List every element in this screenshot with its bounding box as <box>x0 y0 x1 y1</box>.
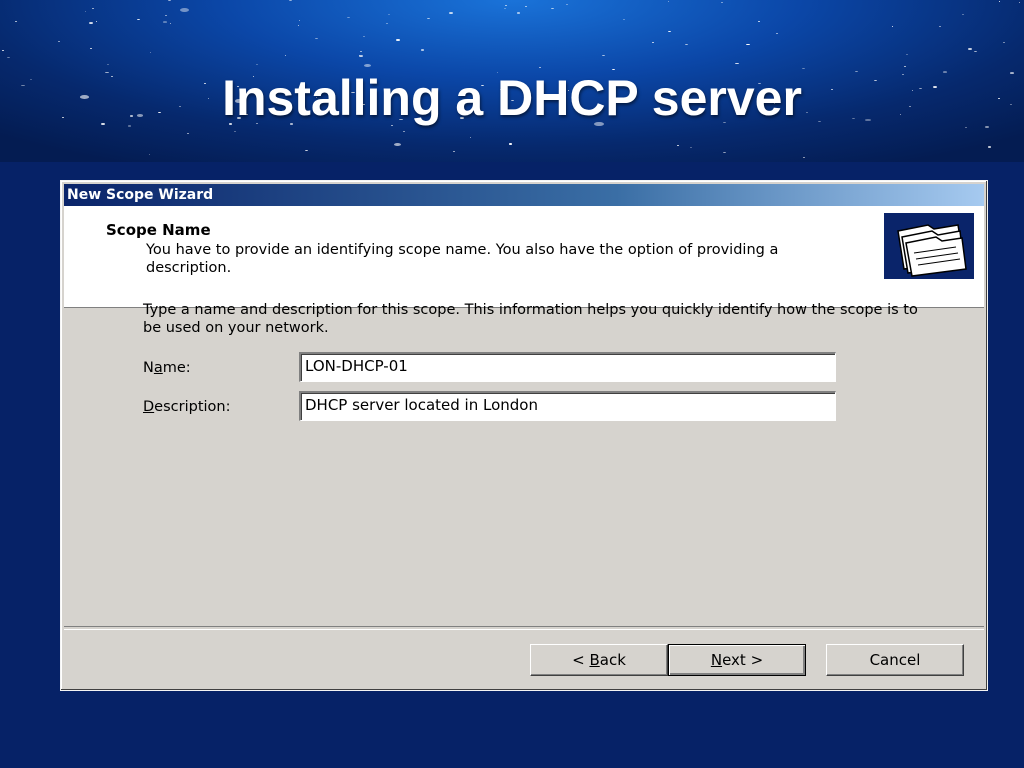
sparkle-dot <box>891 26 893 28</box>
sparkle-dot <box>1003 41 1005 43</box>
sparkle-dot <box>148 153 150 155</box>
page-title: Scope Name <box>106 221 211 239</box>
description-label: Description: <box>143 399 231 415</box>
sparkle-dot <box>234 131 236 133</box>
sparkle-dot <box>57 40 61 42</box>
sparkle-dot <box>289 0 292 2</box>
slide-header: Installing a DHCP server <box>0 0 1024 162</box>
sparkle-dot <box>298 19 301 21</box>
sparkle-dot <box>939 26 941 28</box>
sparkle-dot <box>136 18 141 21</box>
window-title: New Scope Wizard <box>67 187 214 203</box>
folders-icon <box>884 213 974 279</box>
footer-divider <box>64 626 984 630</box>
wizard-header-panel: Scope Name You have to provide an identi… <box>64 206 984 308</box>
sparkle-dot <box>987 146 992 149</box>
sparkle-dot <box>524 5 527 7</box>
sparkle-dot <box>746 43 751 46</box>
sparkle-dot <box>91 7 95 9</box>
sparkle-dot <box>7 56 10 59</box>
sparkle-dot <box>504 4 508 6</box>
sparkle-dot <box>387 14 391 16</box>
sparkle-dot <box>469 136 471 138</box>
sparkle-dot <box>169 23 172 25</box>
sparkle-dot <box>84 10 87 12</box>
sparkle-dot <box>420 49 425 51</box>
cancel-button[interactable]: Cancel <box>826 644 964 676</box>
name-label: Name: <box>143 360 191 376</box>
sparkle-dot <box>685 44 688 46</box>
sparkle-dot <box>395 39 400 42</box>
slide-title: Installing a DHCP server <box>222 70 802 126</box>
sparkle-dot <box>106 63 109 65</box>
sparkle-dot <box>508 143 512 145</box>
sparkle-dot <box>667 1 669 3</box>
window-titlebar[interactable]: New Scope Wizard <box>64 184 984 206</box>
sparkle-dot <box>775 32 778 34</box>
sparkle-dot <box>88 22 94 25</box>
sparkle-dot <box>358 54 363 57</box>
sparkle-dot <box>1018 2 1020 4</box>
page-subtitle: You have to provide an identifying scope… <box>146 242 779 276</box>
instruction-text: Type a name and description for this sco… <box>143 302 918 336</box>
sparkle-dot <box>179 7 190 13</box>
sparkle-dot <box>385 23 388 25</box>
sparkle-dot <box>503 8 506 10</box>
sparkle-dot <box>961 14 965 16</box>
sparkle-dot <box>803 156 805 158</box>
back-button[interactable]: < Back <box>530 644 668 676</box>
sparkle-dot <box>757 20 760 22</box>
sparkle-dot <box>163 21 167 23</box>
sparkle-dot <box>565 3 568 5</box>
next-button[interactable]: Next > <box>668 644 806 676</box>
sparkle-dot <box>90 48 93 50</box>
sparkle-dot <box>721 2 724 4</box>
sparkle-dot <box>516 12 521 15</box>
sparkle-dot <box>449 11 453 14</box>
sparkle-dot <box>315 38 318 40</box>
sparkle-dot <box>551 8 554 10</box>
sparkle-dot <box>167 0 171 2</box>
sparkle-dot <box>735 62 740 65</box>
sparkle-dot <box>403 131 405 133</box>
sparkle-dot <box>304 149 308 152</box>
sparkle-dot <box>393 143 402 147</box>
sparkle-dot <box>186 132 189 134</box>
sparkle-dot <box>284 54 287 56</box>
sparkle-dot <box>651 42 655 44</box>
sparkle-dot <box>998 0 1000 2</box>
sparkle-dot <box>677 145 679 147</box>
sparkle-dot <box>690 146 692 148</box>
sparkle-dot <box>623 18 625 20</box>
sparkle-dot <box>974 51 977 53</box>
sparkle-dot <box>427 18 431 20</box>
new-scope-wizard-window: New Scope Wizard Scope Name You have to … <box>60 180 988 691</box>
sparkle-dot <box>297 24 300 26</box>
scope-name-input[interactable]: LON-DHCP-01 <box>299 352 836 382</box>
sparkle-dot <box>667 30 672 33</box>
sparkle-dot <box>346 16 350 18</box>
sparkle-dot <box>968 47 972 50</box>
sparkle-dot <box>150 51 152 53</box>
sparkle-dot <box>906 54 908 56</box>
sparkle-dot <box>453 151 455 152</box>
scope-description-input[interactable]: DHCP server located in London <box>299 391 836 421</box>
sparkle-dot <box>359 50 363 52</box>
sparkle-dot <box>255 63 259 65</box>
sparkle-dot <box>602 54 605 56</box>
sparkle-dot <box>362 36 365 38</box>
sparkle-dot <box>723 151 726 154</box>
sparkle-dot <box>164 14 168 17</box>
sparkle-dot <box>1 49 4 51</box>
sparkle-dot <box>95 21 97 23</box>
sparkle-dot <box>14 20 17 22</box>
